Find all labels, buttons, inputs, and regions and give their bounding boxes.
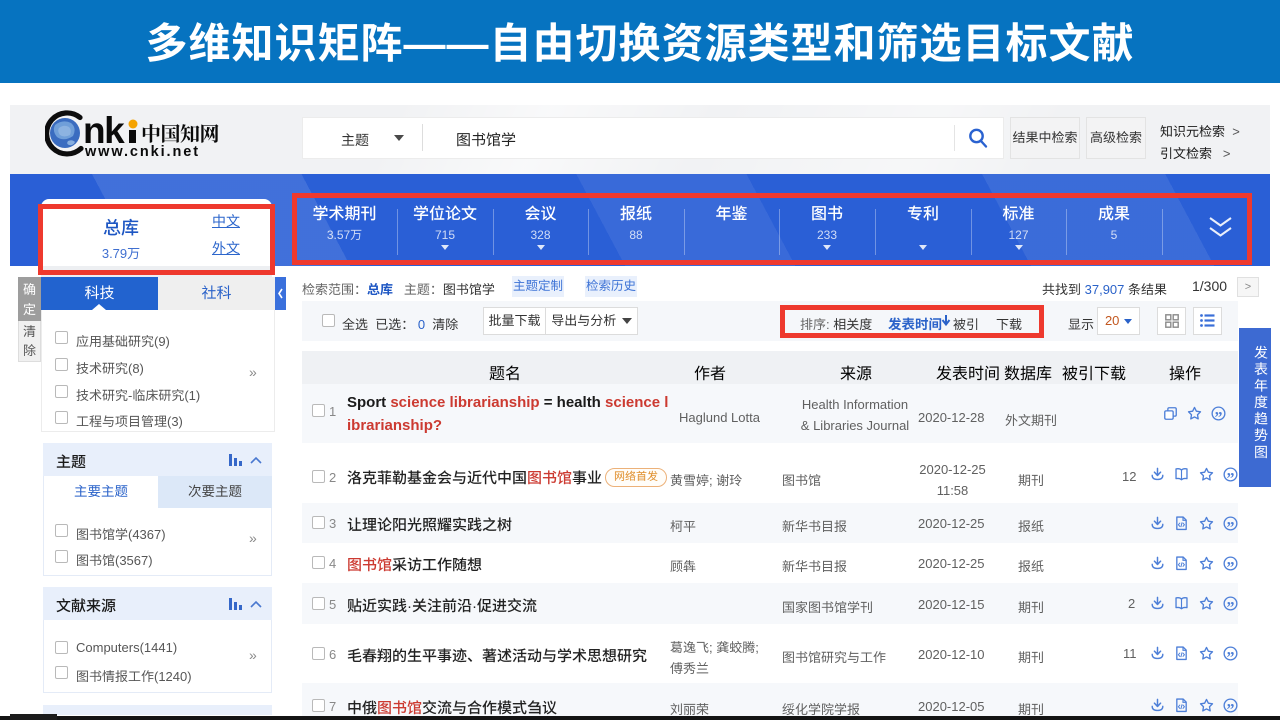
svg-text:”: ” (1227, 519, 1235, 531)
svg-text:”: ” (1227, 559, 1235, 571)
svg-text:”: ” (1227, 470, 1235, 482)
svg-text:中国知网: 中国知网 (141, 118, 219, 147)
svg-text:”: ” (1227, 599, 1235, 611)
svg-text:”: ” (1227, 701, 1235, 713)
svg-text:”: ” (1227, 649, 1235, 661)
svg-text:”: ” (1215, 409, 1223, 421)
svg-text:www.cnki.net: www.cnki.net (84, 144, 200, 160)
